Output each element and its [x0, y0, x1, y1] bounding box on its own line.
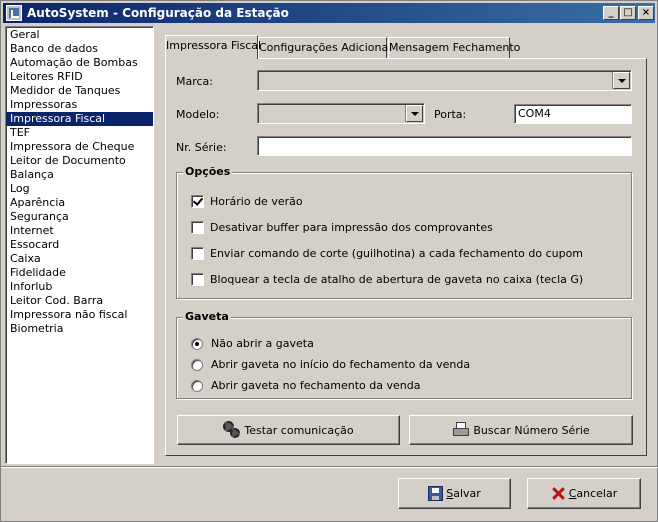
cancelar-button[interactable]: Cancelar: [527, 478, 641, 509]
testar-comunicacao-label: Testar comunicação: [244, 423, 354, 437]
tab-mensagem-fechamento[interactable]: Mensagem Fechamento: [388, 37, 520, 58]
minimize-button[interactable]: _: [603, 6, 619, 20]
marca-select[interactable]: [257, 70, 632, 91]
cancelar-label: Cancelar: [568, 487, 618, 500]
porta-label: Porta:: [434, 108, 467, 121]
nao-abrir-gaveta-label: Não abrir a gaveta: [211, 337, 314, 350]
tab-impressora-fiscal[interactable]: Impressora Fiscal: [165, 35, 261, 59]
sidebar-item-banco-de-dados[interactable]: Banco de dados: [6, 42, 153, 56]
sidebar-item-geral[interactable]: Geral: [6, 28, 153, 42]
opcoes-title: Opções: [183, 165, 233, 178]
salvar-button[interactable]: Salvar: [398, 478, 511, 509]
nao-abrir-gaveta-radio[interactable]: [191, 338, 203, 350]
bloquear-tecla-checkbox[interactable]: [191, 273, 204, 286]
desativar-buffer-checkbox[interactable]: [191, 221, 204, 234]
printer-icon: [452, 422, 470, 438]
sidebar-item-internet[interactable]: Internet: [6, 224, 153, 238]
modelo-label: Modelo:: [176, 108, 220, 121]
settings-category-list[interactable]: Geral Banco de dados Automação de Bombas Le…: [5, 26, 154, 464]
abrir-fechamento-radio[interactable]: [191, 380, 203, 392]
salvar-label: Salvar: [446, 487, 481, 500]
opcoes-group: Opções Horário de verão Desativar buffer…: [176, 165, 632, 299]
buscar-numero-serie-label: Buscar Número Série: [473, 423, 590, 437]
sidebar-item-impressora-de-cheque[interactable]: Impressora de Cheque: [6, 140, 153, 154]
sidebar-item-impressoras[interactable]: Impressoras: [6, 98, 153, 112]
sidebar-item-essocard[interactable]: Essocard: [6, 238, 153, 252]
sidebar-item-caixa[interactable]: Caixa: [6, 252, 153, 266]
sidebar-item-balanca[interactable]: Balança: [6, 168, 153, 182]
sidebar-item-leitor-cod-barra[interactable]: Leitor Cod. Barra: [6, 294, 153, 308]
gaveta-group: Gaveta Não abrir a gaveta Abrir gaveta n…: [176, 310, 632, 399]
floppy-disk-icon: [428, 486, 444, 501]
modelo-dropdown-arrow-icon[interactable]: [406, 105, 423, 122]
abrir-inicio-label: Abrir gaveta no início do fechamento da …: [211, 358, 471, 371]
sidebar-item-fidelidade[interactable]: Fidelidade: [6, 266, 153, 280]
close-button[interactable]: ×: [638, 6, 654, 20]
sidebar-item-seguranca[interactable]: Segurança: [6, 210, 153, 224]
comando-corte-checkbox[interactable]: [191, 247, 204, 260]
sidebar-item-leitor-de-documento[interactable]: Leitor de Documento: [6, 154, 153, 168]
marca-dropdown-arrow-icon[interactable]: [613, 72, 630, 89]
sidebar-item-tef[interactable]: TEF: [6, 126, 153, 140]
footer-divider: [1, 466, 658, 468]
sidebar-item-inforlub[interactable]: Inforlub: [6, 280, 153, 294]
tab-panel-impressora-fiscal: Marca: Modelo: Porta: COM4 Nr. Série: Op…: [165, 58, 647, 456]
buscar-numero-serie-button[interactable]: Buscar Número Série: [409, 415, 633, 445]
testar-comunicacao-button[interactable]: Testar comunicação: [177, 415, 400, 445]
sidebar-item-impressora-fiscal[interactable]: Impressora Fiscal: [6, 112, 153, 126]
sidebar-item-medidor-de-tanques[interactable]: Medidor de Tanques: [6, 84, 153, 98]
gaveta-title: Gaveta: [183, 310, 231, 323]
modelo-select[interactable]: [257, 103, 425, 124]
comando-corte-label: Enviar comando de corte (guilhotina) a c…: [210, 247, 584, 260]
maximize-button[interactable]: □: [620, 6, 636, 20]
porta-input[interactable]: COM4: [514, 104, 632, 124]
red-x-icon: [551, 486, 566, 501]
sidebar-item-impressora-nao-fiscal[interactable]: Impressora não fiscal: [6, 308, 153, 322]
horario-verao-checkbox[interactable]: [191, 195, 204, 208]
serie-label: Nr. Série:: [176, 141, 227, 154]
sidebar-item-leitores-rfid[interactable]: Leitores RFID: [6, 70, 153, 84]
serie-input[interactable]: [257, 136, 632, 156]
window-title: AutoSystem - Configuração da Estação: [27, 6, 289, 20]
gears-icon: [223, 421, 241, 439]
config-window: AutoSystem - Configuração da Estação _ □…: [0, 0, 658, 522]
marca-label: Marca:: [176, 75, 214, 88]
sidebar-item-aparencia[interactable]: Aparência: [6, 196, 153, 210]
desativar-buffer-label: Desativar buffer para impressão dos comp…: [210, 221, 493, 234]
title-bar[interactable]: AutoSystem - Configuração da Estação _ □…: [3, 3, 655, 23]
sidebar-item-log[interactable]: Log: [6, 182, 153, 196]
bloquear-tecla-label: Bloquear a tecla de atalho de abertura d…: [210, 273, 584, 286]
sidebar-item-automacao-de-bombas[interactable]: Automação de Bombas: [6, 56, 153, 70]
abrir-fechamento-label: Abrir gaveta no fechamento da venda: [211, 379, 421, 392]
sidebar-item-biometria[interactable]: Biometria: [6, 322, 153, 336]
abrir-inicio-radio[interactable]: [191, 359, 203, 371]
tab-configuracoes-adicionais[interactable]: Configurações Adicionais: [258, 37, 397, 58]
horario-verao-label: Horário de verão: [210, 195, 303, 208]
app-icon[interactable]: [6, 5, 22, 21]
